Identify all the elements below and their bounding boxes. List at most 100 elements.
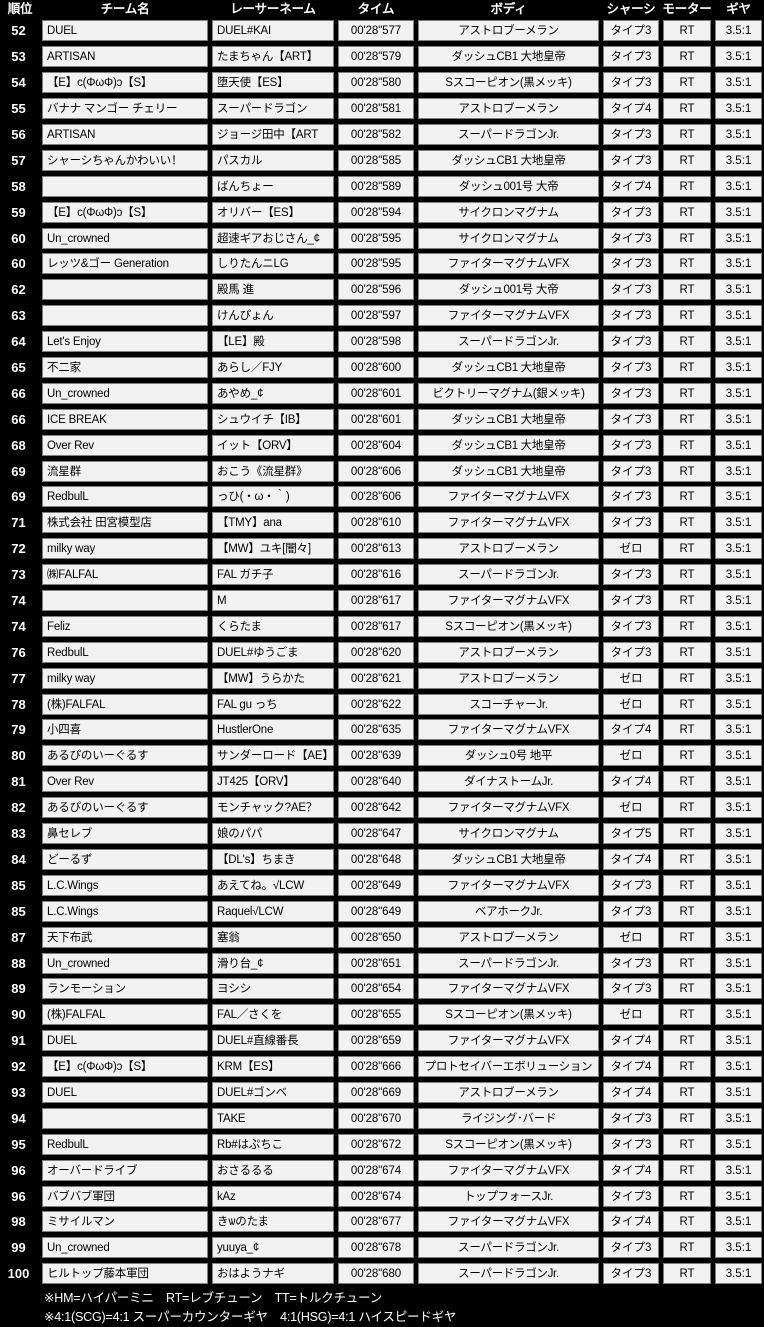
cell-gear: 3.5:1 — [713, 43, 764, 70]
cell-rank: 94 — [0, 1105, 40, 1132]
cell-body-text: ダイナストームJr. — [418, 771, 599, 793]
cell-time: 00'28"649 — [336, 898, 416, 925]
cell-time-text: 00'28"621 — [338, 667, 414, 689]
cell-motor-text: RT — [663, 357, 711, 379]
cell-racer: ばんちょー — [210, 173, 336, 200]
cell-chassis-text: タイプ3 — [603, 201, 659, 223]
cell-chassis: ゼロ — [601, 535, 661, 562]
cell-motor-text: RT — [663, 641, 711, 663]
cell-body: ファイターマグナムVFX — [416, 587, 601, 614]
cell-racer-text: イット【ORV】 — [212, 434, 334, 456]
cell-chassis-text: タイプ3 — [603, 382, 659, 404]
cell-rank: 69 — [0, 484, 40, 510]
cell-rank: 63 — [0, 302, 40, 329]
cell-body: プロトセイバーエボリューション — [416, 1053, 601, 1080]
cell-team-text: ICE BREAK — [42, 408, 208, 430]
table-row: 95 RedbulL Rb#はぷちこ 00'28"672 Sスコーピオン(黒メッキ) タイ… — [0, 1131, 764, 1158]
cell-gear: 3.5:1 — [713, 1079, 764, 1106]
cell-team-text: Un_crowned — [42, 952, 208, 974]
cell-gear: 3.5:1 — [713, 147, 764, 174]
cell-racer-text: サンダーロード【AE】 — [212, 745, 334, 767]
cell-racer-text: JT425【ORV】 — [212, 771, 334, 793]
cell-racer: FAL gu っち — [210, 691, 336, 718]
cell-motor: RT — [661, 1105, 713, 1132]
table-row: 98 ミサイルマン きѡのたま 00'28"677 ファイターマグナムVFX タイプ4 RT… — [0, 1208, 764, 1235]
cell-chassis-text: タイプ3 — [603, 279, 659, 301]
cell-time-text: 00'28"651 — [338, 952, 414, 974]
cell-chassis-text: タイプ3 — [603, 434, 659, 456]
cell-team: 鼻セレブ — [40, 820, 210, 847]
cell-time-text: 00'28"604 — [338, 434, 414, 456]
cell-gear: 3.5:1 — [713, 613, 764, 640]
cell-motor-text: RT — [663, 615, 711, 637]
cell-motor-text: RT — [663, 538, 711, 560]
table-row: 62 殿馬 進 00'28"596 ダッシュ001号 大帝 タイプ3 RT 3.5:1 — [0, 276, 764, 303]
cell-body-text: アストロブーメラン — [418, 98, 599, 120]
cell-team-text — [42, 1107, 208, 1129]
cell-body-text: ライジング･バード — [418, 1107, 599, 1129]
cell-chassis: ゼロ — [601, 924, 661, 951]
cell-motor: RT — [661, 458, 713, 485]
cell-gear: 3.5:1 — [713, 432, 764, 459]
cell-time: 00'28"648 — [336, 846, 416, 873]
cell-racer-text: おさるるる — [212, 1159, 334, 1181]
cell-racer-text: ばんちょー — [212, 175, 334, 197]
cell-body: ダッシュCB1 大地皇帝 — [416, 432, 601, 459]
cell-gear: 3.5:1 — [713, 173, 764, 200]
cell-body: ベアホークJr. — [416, 898, 601, 925]
cell-chassis-text: タイプ3 — [603, 615, 659, 637]
cell-time-text: 00'28"580 — [338, 72, 414, 94]
cell-rank: 54 — [0, 69, 40, 96]
cell-time-text: 00'28"635 — [338, 719, 414, 741]
cell-body: ファイターマグナムVFX — [416, 717, 601, 743]
cell-gear: 3.5:1 — [713, 898, 764, 925]
cell-body: Sスコーピオン(黒メッキ) — [416, 613, 601, 640]
cell-racer-text: 【LE】殿 — [212, 331, 334, 353]
cell-body: ダッシュ001号 大帝 — [416, 276, 601, 303]
cell-racer-text: M — [212, 590, 334, 612]
cell-gear: 3.5:1 — [713, 18, 764, 44]
cell-team-text: RedbulL — [42, 1133, 208, 1155]
cell-gear-text: 3.5:1 — [715, 1211, 762, 1233]
cell-motor: RT — [661, 43, 713, 70]
cell-chassis: タイプ3 — [601, 380, 661, 407]
cell-team-text: RedbulL — [42, 486, 208, 508]
note-line-motor-abbreviations: ※HM=ハイパーミニ RT=レブチューン TT=トルクチューン — [44, 1290, 383, 1305]
cell-time-text: 00'28"600 — [338, 357, 414, 379]
cell-time: 00'28"595 — [336, 225, 416, 252]
cell-chassis: タイプ4 — [601, 1157, 661, 1184]
cell-team-text: Over Rev — [42, 771, 208, 793]
cell-racer-text: 【TMY】ana — [212, 512, 334, 534]
cell-body-text: アストロブーメラン — [418, 667, 599, 689]
table-row: 90 (株)FALFAL FAL／さくを 00'28"655 Sスコーピオン(黒メッキ)… — [0, 1001, 764, 1028]
cell-time: 00'28"594 — [336, 199, 416, 226]
cell-motor: RT — [661, 950, 713, 976]
column-header-motor: モーター — [661, 0, 713, 18]
cell-body: スーパードラゴンJr. — [416, 561, 601, 588]
cell-motor-text: RT — [663, 926, 711, 948]
cell-body: ファイターマグナムVFX — [416, 484, 601, 510]
cell-chassis-text: タイプ3 — [603, 1237, 659, 1259]
table-row: 53 ARTISAN たまちゃん【ART】 00'28"579 ダッシュCB1 大地皇帝… — [0, 43, 764, 70]
cell-body: ファイターマグナムVFX — [416, 794, 601, 821]
cell-team: シャーシちゃんかわいい！ — [40, 147, 210, 174]
cell-motor: RT — [661, 898, 713, 925]
table-body: 52 DUEL DUEL#KAI 00'28"577 アストロブーメラン タイプ3 RT 3.… — [0, 18, 764, 1287]
cell-time: 00'28"598 — [336, 328, 416, 355]
cell-gear-text: 3.5:1 — [715, 1081, 762, 1103]
cell-time: 00'28"655 — [336, 1001, 416, 1028]
cell-racer-text: DUEL#KAI — [212, 20, 334, 42]
cell-racer-text: ヨシシ — [212, 978, 334, 1000]
cell-team-text: Over Rev — [42, 434, 208, 456]
cell-time: 00'28"596 — [336, 276, 416, 303]
cell-team — [40, 587, 210, 614]
cell-chassis: タイプ4 — [601, 1208, 661, 1235]
cell-time: 00'28"674 — [336, 1183, 416, 1209]
cell-chassis-text: タイプ4 — [603, 1056, 659, 1078]
cell-motor: RT — [661, 302, 713, 329]
cell-racer: あえてね。√LCW — [210, 872, 336, 899]
cell-motor: RT — [661, 225, 713, 252]
cell-motor-text: RT — [663, 331, 711, 353]
cell-time: 00'28"620 — [336, 639, 416, 666]
cell-motor: RT — [661, 147, 713, 174]
